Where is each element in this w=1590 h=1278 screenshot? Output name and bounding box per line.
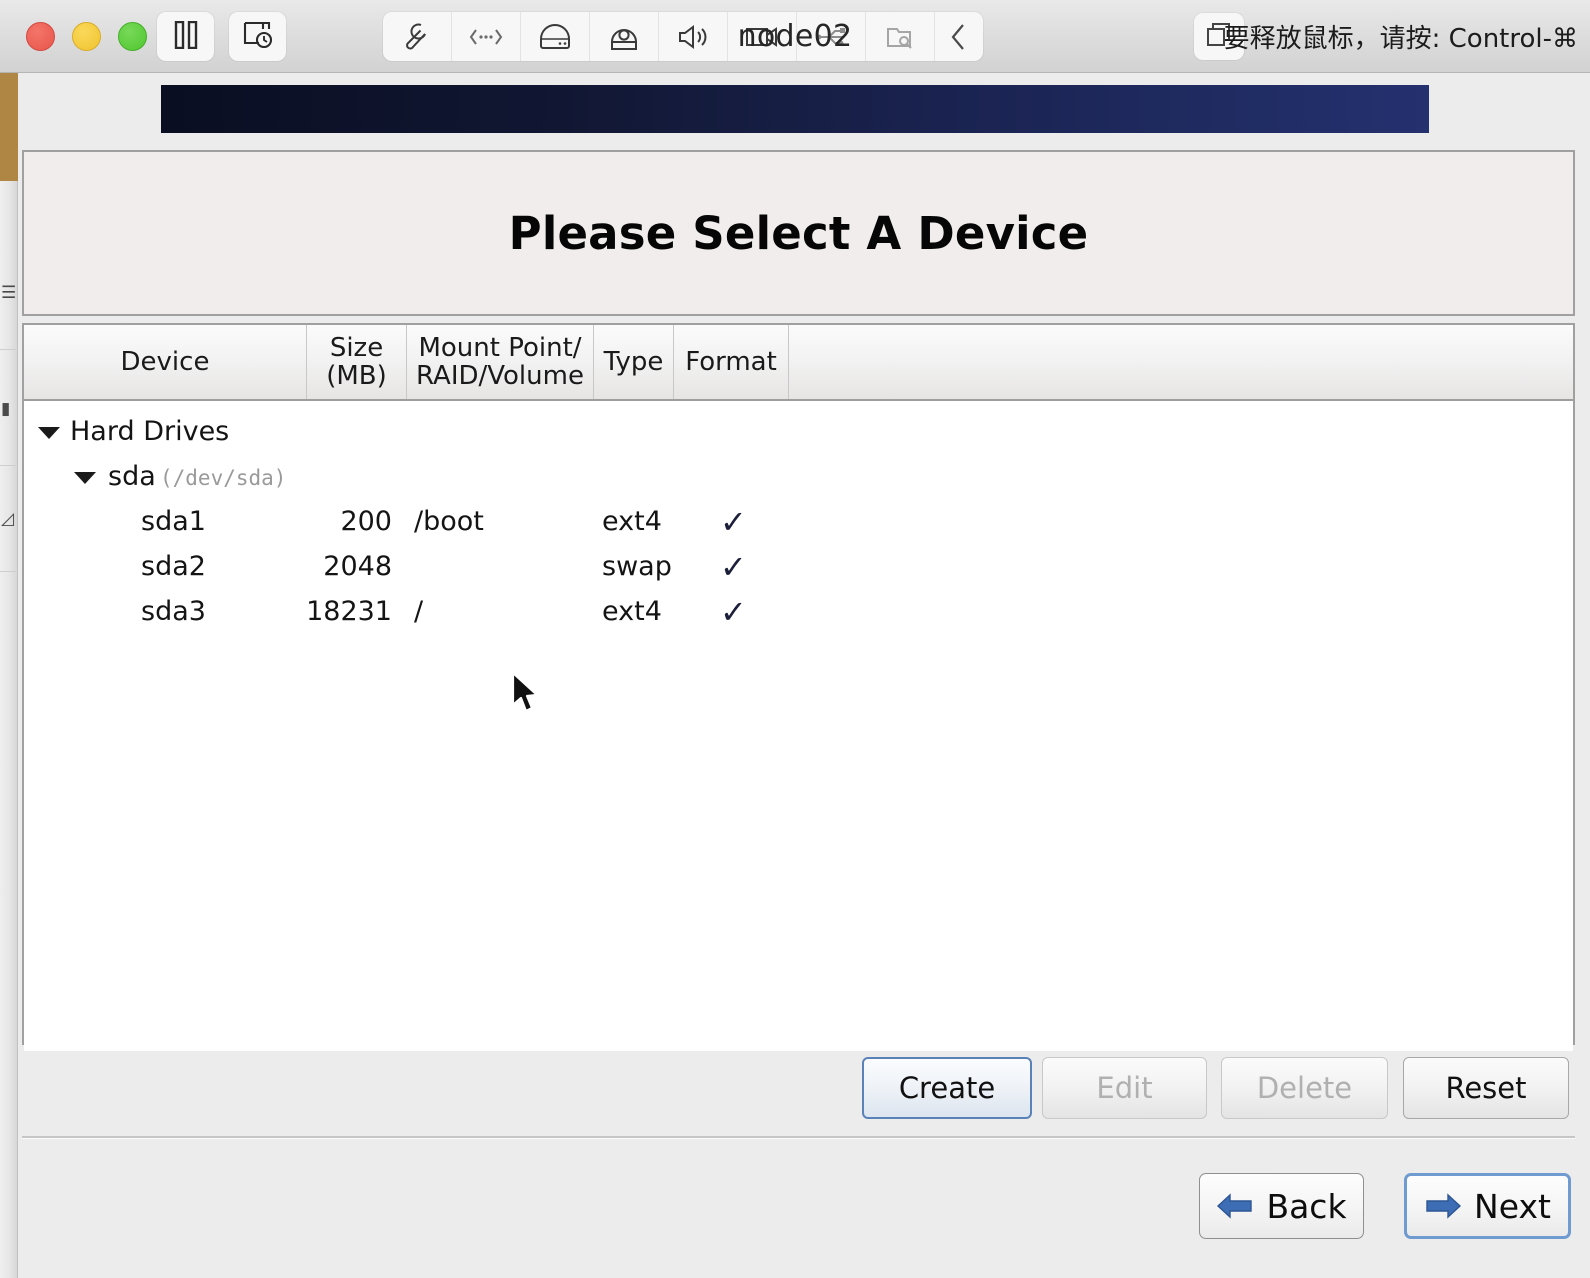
column-header-size-line2: (MB) (326, 361, 387, 391)
partition-mount-point: / (414, 596, 424, 627)
footer-divider (22, 1136, 1575, 1139)
page-title: Please Select A Device (508, 206, 1089, 260)
expander-sda[interactable] (74, 461, 96, 492)
column-header-type[interactable]: Type (594, 325, 674, 399)
chevron-down-icon (74, 471, 96, 484)
optical-drive-icon[interactable] (590, 12, 659, 61)
collapse-chevron-icon[interactable] (935, 12, 983, 61)
partition-mount-point: /boot (414, 506, 484, 537)
partition-size: 18231 (306, 596, 392, 627)
reset-button[interactable]: Reset (1403, 1057, 1569, 1119)
arrow-right-icon (1424, 1191, 1462, 1221)
column-header-filler (789, 325, 1573, 399)
back-button-label: Back (1266, 1186, 1347, 1226)
page-title-panel: Please Select A Device (22, 150, 1575, 316)
zoom-button[interactable] (118, 22, 147, 51)
edit-button-label: Edit (1096, 1071, 1153, 1105)
partition-type: swap (602, 551, 672, 582)
column-header-size[interactable]: Size (MB) (307, 325, 407, 399)
device-table-body: Hard Drives sda (/dev/sda) sda1 200 /boo… (24, 409, 1573, 1051)
next-button-label: Next (1474, 1186, 1551, 1226)
column-header-size-line1: Size (329, 332, 384, 363)
create-button[interactable]: Create (862, 1057, 1032, 1119)
partition-type: ext4 (602, 506, 662, 537)
delete-button[interactable]: Delete (1221, 1057, 1388, 1119)
column-header-type-label: Type (603, 346, 664, 377)
installer-window: Please Select A Device Device Size (MB) … (19, 73, 1590, 1278)
table-row[interactable]: sda1 200 /boot ext4 ✓ (24, 499, 1573, 544)
snapshot-clock-icon (243, 20, 273, 54)
window-controls (26, 22, 147, 51)
release-mouse-hint: 要释放鼠标，请按: Control-⌘ (1223, 24, 1578, 54)
drive-name-sda: sda (108, 461, 156, 492)
background-window-sliver[interactable]: ☰ ▮ ◿ (0, 73, 18, 1278)
partition-device: sda1 (141, 506, 206, 537)
partition-size: 2048 (323, 551, 392, 582)
settings-wrench-icon[interactable] (383, 12, 452, 61)
network-icon[interactable] (452, 12, 521, 61)
device-table-header: Device Size (MB) Mount Point/ RAID/Volum… (24, 325, 1573, 401)
vm-window-titlebar: node02 要释放鼠标，请按: Control-⌘ (0, 0, 1590, 73)
sound-icon[interactable] (659, 12, 728, 61)
vm-device-toolbar (383, 12, 983, 61)
reset-button-label: Reset (1445, 1071, 1527, 1105)
column-header-format[interactable]: Format (674, 325, 789, 399)
edit-button[interactable]: Edit (1042, 1057, 1207, 1119)
table-row[interactable]: sda3 18231 / ext4 ✓ (24, 589, 1573, 634)
installer-banner (161, 85, 1429, 133)
partition-action-buttons: Create Edit Delete Reset (22, 1053, 1575, 1125)
partition-device: sda2 (141, 551, 206, 582)
close-button[interactable] (26, 22, 55, 51)
column-header-mount-line1: Mount Point/ (418, 332, 582, 363)
table-row[interactable]: sda2 2048 swap ✓ (24, 544, 1573, 589)
tree-drive-row[interactable]: sda (/dev/sda) (24, 454, 1573, 499)
minimize-button[interactable] (72, 22, 101, 51)
snapshot-button[interactable] (229, 12, 286, 61)
column-header-mount-point[interactable]: Mount Point/ RAID/Volume (407, 325, 594, 399)
column-header-device[interactable]: Device (24, 325, 307, 399)
delete-button-label: Delete (1256, 1071, 1353, 1105)
partition-format-check: ✓ (720, 502, 747, 541)
partition-format-check: ✓ (720, 547, 747, 586)
shared-folder-icon[interactable] (866, 12, 935, 61)
column-header-device-label: Device (120, 346, 210, 377)
partition-format-check: ✓ (720, 592, 747, 631)
drive-path-sda: (/dev/sda) (160, 466, 287, 490)
pause-icon (174, 20, 198, 53)
back-button[interactable]: Back (1199, 1173, 1364, 1239)
guest-screen: ☰ ▮ ◿ Please Select A Device Device Size… (0, 73, 1590, 1278)
video-camera-icon[interactable] (728, 12, 797, 61)
partition-device: sda3 (141, 596, 206, 627)
chevron-down-icon (38, 426, 60, 439)
group-label-hard-drives: Hard Drives (70, 416, 230, 447)
usb-icon[interactable] (797, 12, 866, 61)
next-button[interactable]: Next (1404, 1173, 1571, 1239)
arrow-left-icon (1216, 1191, 1254, 1221)
partition-type: ext4 (602, 596, 662, 627)
expander-hard-drives[interactable] (38, 416, 60, 447)
partition-size: 200 (340, 506, 392, 537)
hard-disk-icon[interactable] (521, 12, 590, 61)
create-button-label: Create (898, 1071, 996, 1105)
pause-button[interactable] (157, 12, 214, 61)
device-table-panel: Device Size (MB) Mount Point/ RAID/Volum… (22, 323, 1575, 1051)
column-header-format-label: Format (685, 346, 777, 377)
column-header-mount-line2: RAID/Volume (416, 361, 584, 391)
tree-group-row[interactable]: Hard Drives (24, 409, 1573, 454)
